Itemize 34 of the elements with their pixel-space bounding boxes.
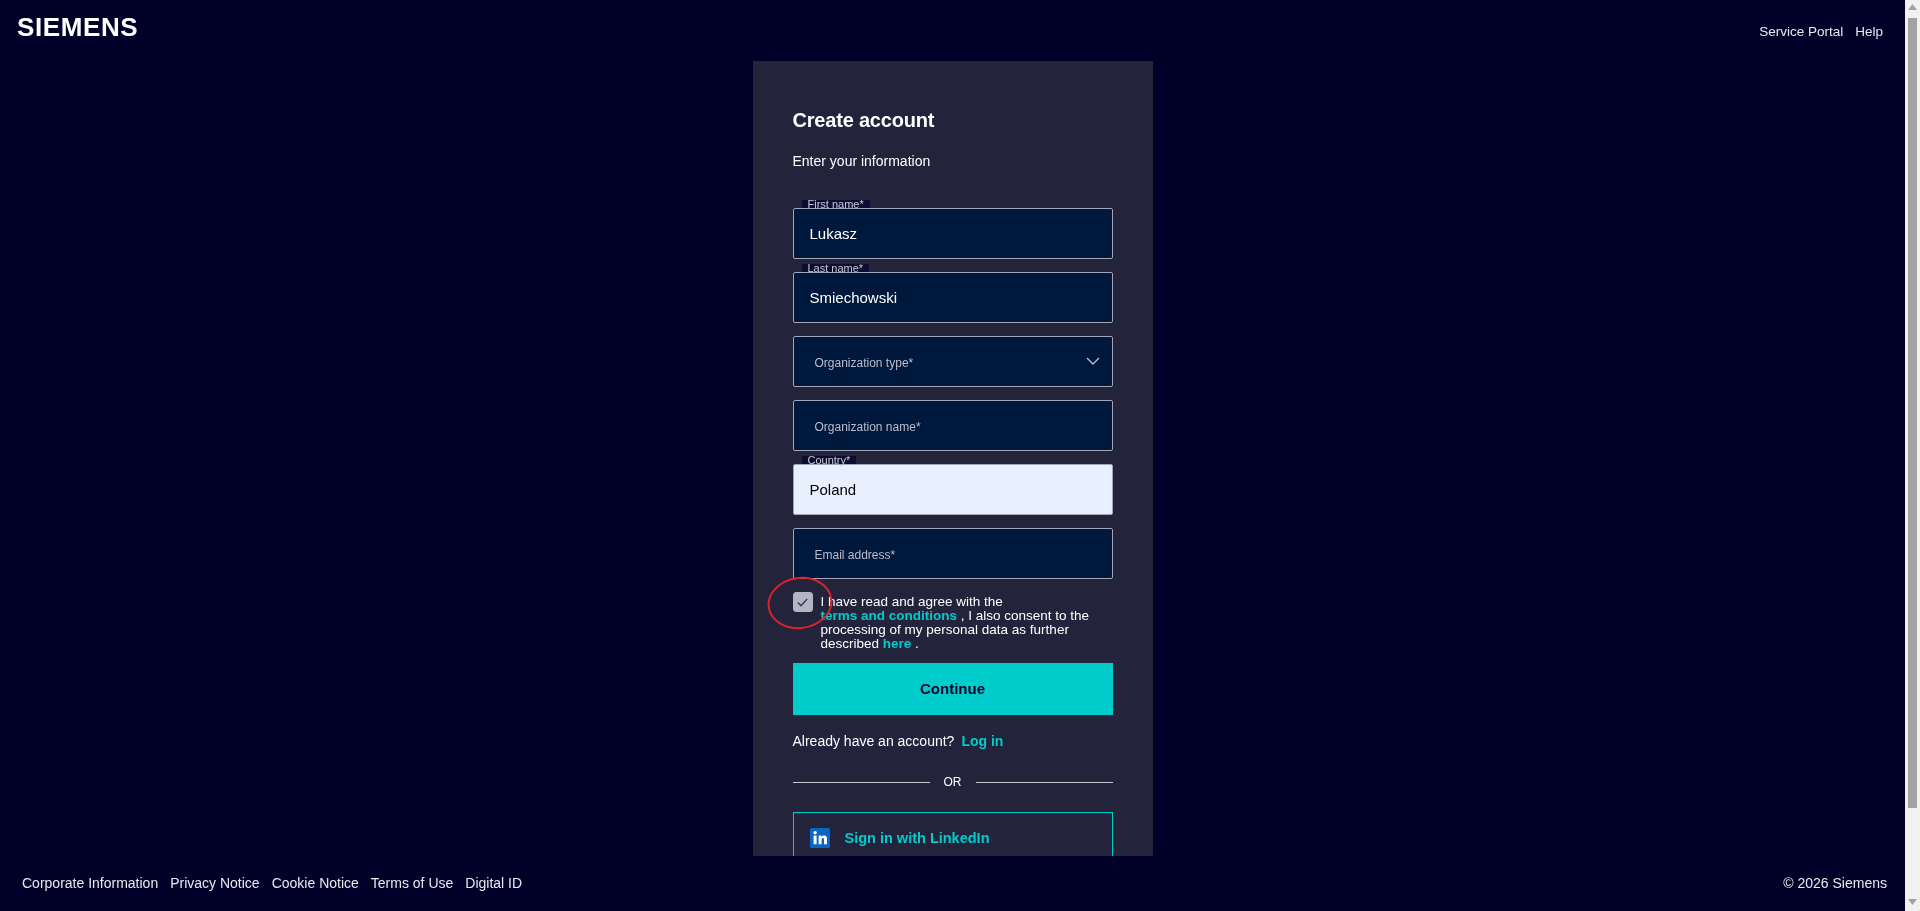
form-subtitle: Enter your information <box>792 152 932 172</box>
footer-link[interactable]: Terms of Use <box>370 873 454 894</box>
footer-link[interactable]: Corporate Information <box>22 873 159 894</box>
footer-link[interactable]: Cookie Notice <box>271 873 359 894</box>
scroll-down-icon[interactable] <box>1908 899 1917 905</box>
login-prompt: Already have an account? <box>792 732 955 752</box>
checkbox[interactable] <box>792 592 813 613</box>
field-label: Country* <box>801 456 857 465</box>
checkmark-icon <box>797 597 808 607</box>
header-link[interactable]: Service Portal <box>1759 22 1844 42</box>
input-field[interactable]: Lukasz <box>792 208 1113 260</box>
chevron-down-icon <box>1085 357 1100 366</box>
scroll-up-icon[interactable] <box>1908 4 1917 10</box>
linkedin-icon <box>809 828 830 849</box>
input-field[interactable]: Organization name* <box>792 400 1113 452</box>
input-field[interactable]: Email address* <box>792 528 1113 580</box>
header-link[interactable]: Help <box>1855 22 1883 42</box>
divider-label: OR <box>943 774 962 792</box>
input-field[interactable]: Smiechowski <box>792 272 1113 324</box>
field-label: Last name* <box>801 264 870 273</box>
scrollbar[interactable] <box>1905 0 1920 911</box>
inline-link[interactable]: here <box>882 636 912 652</box>
login-link[interactable]: Log in <box>961 731 1004 752</box>
footer-link[interactable]: Digital ID <box>465 873 523 894</box>
footer-link[interactable]: Privacy Notice <box>170 873 260 894</box>
linkedin-signin-button[interactable]: Sign in with LinkedIn <box>792 812 1113 856</box>
brand-logo[interactable]: SIEMENS <box>17 14 139 40</box>
scrollbar-thumb[interactable] <box>1908 18 1917 808</box>
form-title: Create account <box>792 108 936 134</box>
field-label: First name* <box>801 200 870 209</box>
copyright-text: © 2026 Siemens <box>1783 874 1887 894</box>
dropdown-field[interactable]: Organization type* <box>792 336 1113 388</box>
continue-button[interactable]: Continue <box>792 663 1113 716</box>
input-field[interactable]: Poland <box>792 464 1113 516</box>
